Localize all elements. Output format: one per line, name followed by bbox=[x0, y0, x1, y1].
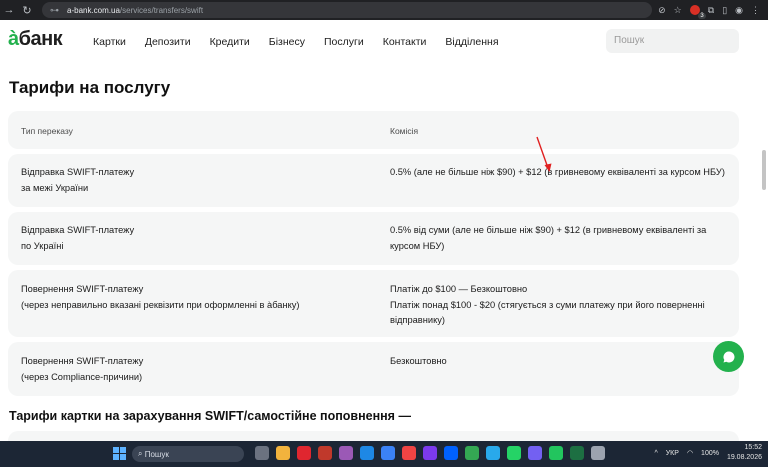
table-row: Відправка SWIFT-платежу по Україні 0.5% … bbox=[8, 212, 739, 265]
wifi-icon[interactable]: ◠ bbox=[687, 449, 693, 457]
reload-icon[interactable]: ↻ bbox=[18, 0, 36, 20]
main-nav: Картки Депозити Кредити Бізнесу Послуги … bbox=[93, 36, 518, 48]
hide-icon[interactable]: ⊘ bbox=[658, 5, 666, 16]
battery-percent[interactable]: 100% bbox=[701, 450, 719, 457]
transfer-type: Повернення SWIFT-платежу (через Complian… bbox=[21, 356, 144, 382]
chat-bubble-icon bbox=[722, 350, 734, 362]
table-header: Тип переказу Комісія bbox=[8, 111, 739, 149]
windows-start-icon[interactable] bbox=[113, 447, 126, 460]
viber-icon[interactable] bbox=[528, 446, 542, 460]
chat-button[interactable] bbox=[713, 341, 744, 372]
taskbar-apps bbox=[255, 446, 605, 460]
nav-contacts[interactable]: Контакти bbox=[383, 36, 427, 48]
transfer-fee: Безкоштовно bbox=[390, 356, 447, 366]
column-header-type: Тип переказу bbox=[21, 126, 73, 136]
whatsapp-icon[interactable] bbox=[507, 446, 521, 460]
app-l-icon[interactable] bbox=[318, 446, 332, 460]
scrollbar-thumb[interactable] bbox=[762, 150, 766, 190]
url-host: a-bank.com.ua bbox=[67, 5, 120, 15]
nav-business[interactable]: Бізнесу bbox=[269, 36, 305, 48]
transfer-fee: Платіж до $100 — Безкоштовно Платіж пона… bbox=[390, 284, 705, 325]
sidepanel-icon[interactable]: ▯ bbox=[722, 5, 727, 16]
transfer-fee: 0.5% (але не більше ніж $90) + $12 (в гр… bbox=[390, 167, 725, 177]
transfer-type: Відправка SWIFT-платежу по Україні bbox=[21, 225, 135, 251]
url-path: /services/transfers/swift bbox=[119, 5, 204, 15]
table-row: Повернення SWIFT-платежу (через Complian… bbox=[8, 342, 739, 396]
abank-logo[interactable]: àбанк bbox=[8, 28, 63, 51]
app-icon[interactable] bbox=[591, 446, 605, 460]
edge-icon[interactable] bbox=[360, 446, 374, 460]
section-subtitle: Тарифи картки на зарахування SWIFT/самос… bbox=[9, 409, 411, 423]
nav-deposits[interactable]: Депозити bbox=[145, 36, 191, 48]
search-input[interactable]: Пошук bbox=[606, 29, 739, 53]
page-title: Тарифи на послугу bbox=[9, 78, 171, 97]
app-icon[interactable] bbox=[423, 446, 437, 460]
extensions-area: ⊘ ☆ 3 ⧉ ▯ ◉ ⋮ bbox=[658, 5, 768, 19]
address-bar[interactable]: ⊶ a-bank.com.ua/services/transfers/swift bbox=[42, 2, 652, 18]
clock[interactable]: 15:52 19.08.2026 bbox=[727, 443, 762, 463]
transfer-type: Відправка SWIFT-платежу за межі України bbox=[21, 167, 135, 193]
forward-icon[interactable]: → bbox=[0, 0, 18, 20]
app-icon[interactable] bbox=[339, 446, 353, 460]
transfer-type: Повернення SWIFT-платежу (через неправил… bbox=[21, 284, 300, 310]
app-icon[interactable] bbox=[381, 446, 395, 460]
nav-services[interactable]: Послуги bbox=[324, 36, 364, 48]
transfer-fee: 0.5% від суми (але не більше ніж $90) + … bbox=[390, 225, 707, 251]
extension-icon[interactable]: 3 bbox=[689, 5, 706, 19]
menu-icon[interactable]: ⋮ bbox=[751, 5, 760, 16]
nav-branches[interactable]: Відділення bbox=[445, 36, 498, 48]
extensions-puzzle-icon[interactable]: ⧉ bbox=[708, 5, 714, 16]
task-view-icon[interactable] bbox=[255, 446, 269, 460]
site-header: àбанк Картки Депозити Кредити Бізнесу По… bbox=[0, 20, 768, 64]
next-section-card bbox=[8, 431, 739, 441]
column-header-fee: Комісія bbox=[390, 126, 419, 136]
language-indicator[interactable]: УКР bbox=[666, 450, 679, 457]
file-explorer-icon[interactable] bbox=[276, 446, 290, 460]
dropbox-icon[interactable] bbox=[444, 446, 458, 460]
bookmark-star-icon[interactable]: ☆ bbox=[674, 5, 682, 16]
browser-toolbar: → ↻ ⊶ a-bank.com.ua/services/transfers/s… bbox=[0, 0, 768, 20]
extension-badge-count: 3 bbox=[698, 13, 706, 19]
opera-icon[interactable] bbox=[297, 446, 311, 460]
nav-credits[interactable]: Кредити bbox=[210, 36, 250, 48]
windows-taskbar: ⌕ Пошук ^ УКР ◠ 100% 15:52 19.08.2026 bbox=[0, 441, 768, 467]
tray-chevron-icon[interactable]: ^ bbox=[654, 450, 657, 457]
system-tray: ^ УКР ◠ 100% 15:52 19.08.2026 bbox=[654, 443, 762, 463]
telegram-icon[interactable] bbox=[486, 446, 500, 460]
taskbar-search[interactable]: ⌕ Пошук bbox=[132, 446, 244, 462]
excel-icon[interactable] bbox=[570, 446, 584, 460]
chrome-icon[interactable] bbox=[465, 446, 479, 460]
profile-icon[interactable]: ◉ bbox=[735, 5, 743, 16]
table-row: Повернення SWIFT-платежу (через неправил… bbox=[8, 270, 739, 337]
nav-cards[interactable]: Картки bbox=[93, 36, 126, 48]
site-info-icon[interactable]: ⊶ bbox=[50, 5, 59, 16]
app-icon[interactable] bbox=[402, 446, 416, 460]
table-row: Відправка SWIFT-платежу за межі України … bbox=[8, 154, 739, 207]
app-icon[interactable] bbox=[549, 446, 563, 460]
